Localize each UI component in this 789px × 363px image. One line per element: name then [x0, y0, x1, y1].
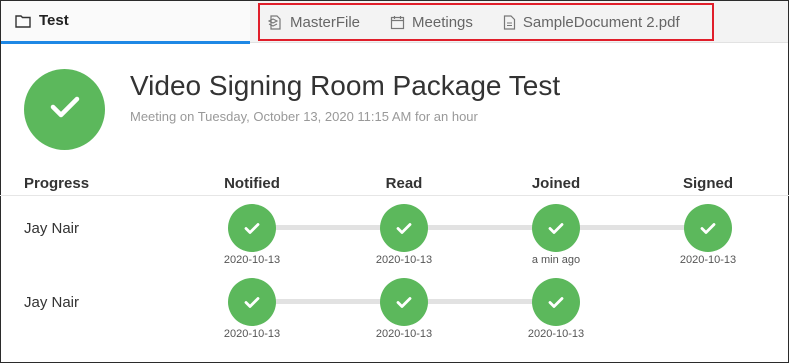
step-read-date: 2020-10-13 — [375, 328, 433, 340]
step-joined — [532, 278, 580, 326]
step-notified-date: 2020-10-13 — [223, 328, 281, 340]
masterfile-icon — [268, 14, 283, 30]
step-signed — [684, 204, 732, 252]
meeting-subtitle: Meeting on Tuesday, October 13, 2020 11:… — [130, 109, 478, 124]
step-joined-date: 2020-10-13 — [527, 328, 585, 340]
step-read — [380, 278, 428, 326]
step-read — [380, 204, 428, 252]
calendar-icon — [390, 15, 405, 30]
column-signed: Signed — [682, 175, 734, 192]
tab-bar: Test MasterFile Meetings SampleDocument … — [1, 1, 788, 44]
tab-masterfile-label: MasterFile — [290, 13, 361, 31]
column-read: Read — [385, 175, 423, 192]
document-icon — [503, 14, 516, 30]
progress-track — [252, 225, 708, 230]
step-joined — [532, 204, 580, 252]
highlighted-tab-group: MasterFile Meetings SampleDocument 2.pdf — [258, 3, 714, 41]
participant-name: Jay Nair — [24, 220, 80, 237]
progress-row: Jay Nair 2020-10-13 2020-10-13 a min ago… — [0, 203, 789, 273]
tab-masterfile[interactable]: MasterFile — [268, 14, 360, 31]
column-joined: Joined — [531, 175, 581, 192]
tab-sampledocument[interactable]: SampleDocument 2.pdf — [503, 14, 680, 31]
meeting-status-badge — [24, 69, 105, 150]
participant-name: Jay Nair — [24, 294, 80, 311]
step-notified-date: 2020-10-13 — [223, 254, 281, 266]
step-notified — [228, 278, 276, 326]
progress-header-row: Progress Notified Read Joined Signed — [0, 168, 789, 196]
tab-meetings-label: Meetings — [412, 13, 473, 31]
step-read-date: 2020-10-13 — [375, 254, 433, 266]
column-notified: Notified — [224, 175, 280, 192]
active-tab-indicator — [1, 41, 250, 44]
step-joined-date: a min ago — [531, 254, 581, 266]
tab-test-label: Test — [39, 12, 69, 29]
meeting-title: Video Signing Room Package Test — [130, 70, 561, 101]
column-progress: Progress — [24, 175, 90, 192]
tab-sampledocument-label: SampleDocument 2.pdf — [522, 13, 680, 31]
progress-row: Jay Nair 2020-10-13 2020-10-13 2020-10-1… — [0, 277, 789, 347]
step-signed-date: 2020-10-13 — [679, 254, 737, 266]
checkmark-icon — [50, 95, 80, 124]
tab-test[interactable]: Test — [1, 1, 250, 44]
tab-meetings[interactable]: Meetings — [390, 14, 473, 31]
folder-icon — [15, 14, 31, 28]
step-notified — [228, 204, 276, 252]
